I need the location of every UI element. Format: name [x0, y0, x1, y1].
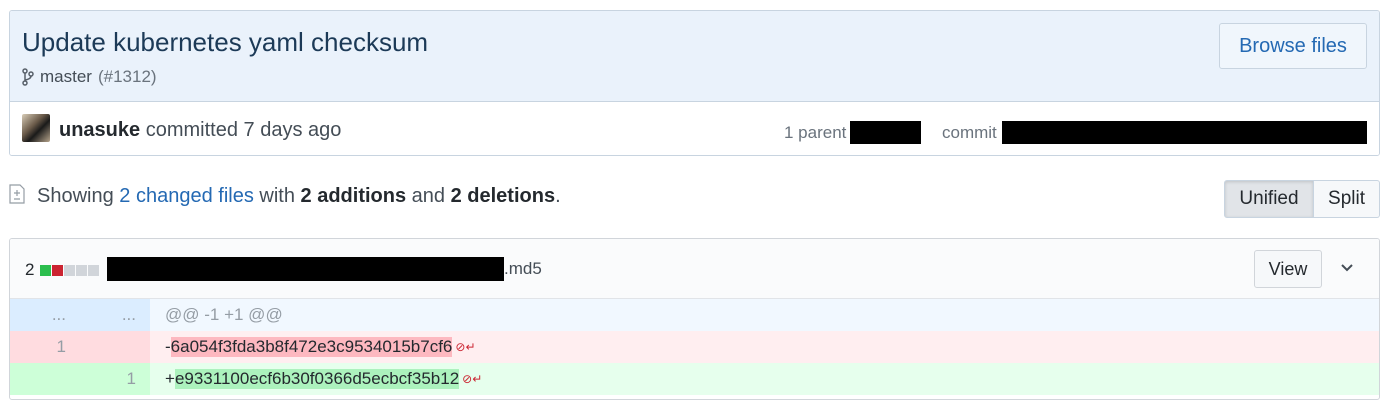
line-number-new[interactable]: 1 [80, 363, 150, 395]
no-newline-icon: ⊘↵ [455, 340, 476, 354]
hunk-header-row: ... ... @@ -1 +1 @@ [10, 299, 1379, 331]
added-text: e9331100ecf6b30f0366d5ecbcf35b12 [174, 369, 460, 389]
diffstat-add-block [40, 264, 52, 276]
commit-label: commit [942, 122, 997, 142]
file-path-redacted [107, 257, 504, 281]
browse-files-button[interactable]: Browse files [1219, 23, 1367, 69]
diff-summary: Showing 2 changed files with 2 additions… [9, 180, 1380, 220]
commit-sha-info: commit [942, 121, 1367, 144]
summary-with: with [259, 185, 295, 207]
branch-icon [22, 68, 34, 86]
no-newline-icon: ⊘↵ [462, 372, 483, 386]
deleted-text: 6a054f3fda3b8f472e3c9534015b7cf6 [170, 337, 453, 357]
diffstat: 2 [25, 260, 100, 280]
added-line-code: + e9331100ecf6b30f0366d5ecbcf35b12 ⊘↵ [150, 363, 1379, 395]
pr-number[interactable]: (#1312) [98, 67, 157, 87]
line-number-new [80, 331, 150, 363]
split-button[interactable]: Split [1314, 180, 1380, 218]
diffstat-neutral-block [88, 264, 100, 276]
file-diff-icon [9, 184, 25, 204]
diff-view-toggle: Unified Split [1224, 180, 1380, 218]
file-header: 2 .md5 View [10, 239, 1379, 299]
deleted-line-row: 1 -6a054f3fda3b8f472e3c9534015b7cf6 ⊘↵ [10, 331, 1379, 363]
parent-label: 1 parent [784, 122, 847, 142]
view-file-button[interactable]: View [1254, 250, 1322, 288]
commit-meta: unasuke committed 7 days ago 1 parent co… [10, 102, 1379, 155]
line-number-old[interactable]: 1 [10, 331, 80, 363]
branch-name[interactable]: master [40, 67, 92, 87]
commit-panel: Update kubernetes yaml checksum master (… [9, 10, 1380, 156]
added-line-row: 1 + e9331100ecf6b30f0366d5ecbcf35b12 ⊘↵ [10, 363, 1379, 395]
diffstat-neutral-block [64, 264, 76, 276]
summary-showing: Showing [37, 185, 114, 207]
commit-title: Update kubernetes yaml checksum [22, 27, 429, 57]
changed-files-link[interactable]: 2 changed files [119, 185, 254, 207]
author-link[interactable]: unasuke [59, 119, 140, 141]
summary-text: Showing 2 changed files with 2 additions… [37, 185, 561, 208]
hunk-header: @@ -1 +1 @@ [150, 299, 1379, 331]
diffstat-neutral-block [76, 264, 88, 276]
author-line: unasuke committed 7 days ago [59, 119, 341, 142]
committed-time: committed 7 days ago [145, 119, 342, 141]
chevron-down-icon[interactable] [1337, 257, 1357, 277]
summary-and: and [411, 185, 446, 207]
file-path[interactable]: .md5 [107, 257, 542, 281]
parent-sha-redacted[interactable] [850, 121, 922, 144]
summary-period: . [555, 185, 561, 207]
commit-header: Update kubernetes yaml checksum master (… [10, 11, 1379, 102]
file-extension: .md5 [504, 259, 542, 278]
diffstat-del-block [52, 264, 64, 276]
diffstat-blocks [40, 264, 100, 276]
line-number-old[interactable]: ... [10, 299, 80, 331]
commit-sha-redacted [1001, 121, 1367, 144]
line-number-old [10, 363, 80, 395]
deleted-line-code: -6a054f3fda3b8f472e3c9534015b7cf6 ⊘↵ [150, 331, 1379, 363]
deletions-count: 2 deletions [450, 185, 556, 207]
change-count: 2 [25, 260, 35, 279]
line-number-new[interactable]: ... [80, 299, 150, 331]
parent-info: 1 parent [784, 121, 922, 144]
avatar[interactable] [22, 114, 50, 142]
additions-count: 2 additions [300, 185, 407, 207]
branch-info: master (#1312) [22, 67, 157, 87]
unified-button[interactable]: Unified [1224, 180, 1314, 218]
addition-marker: + [165, 369, 175, 388]
file-diff: 2 .md5 View ... ... @@ -1 +1 @@ 1 -6a054… [9, 238, 1380, 400]
